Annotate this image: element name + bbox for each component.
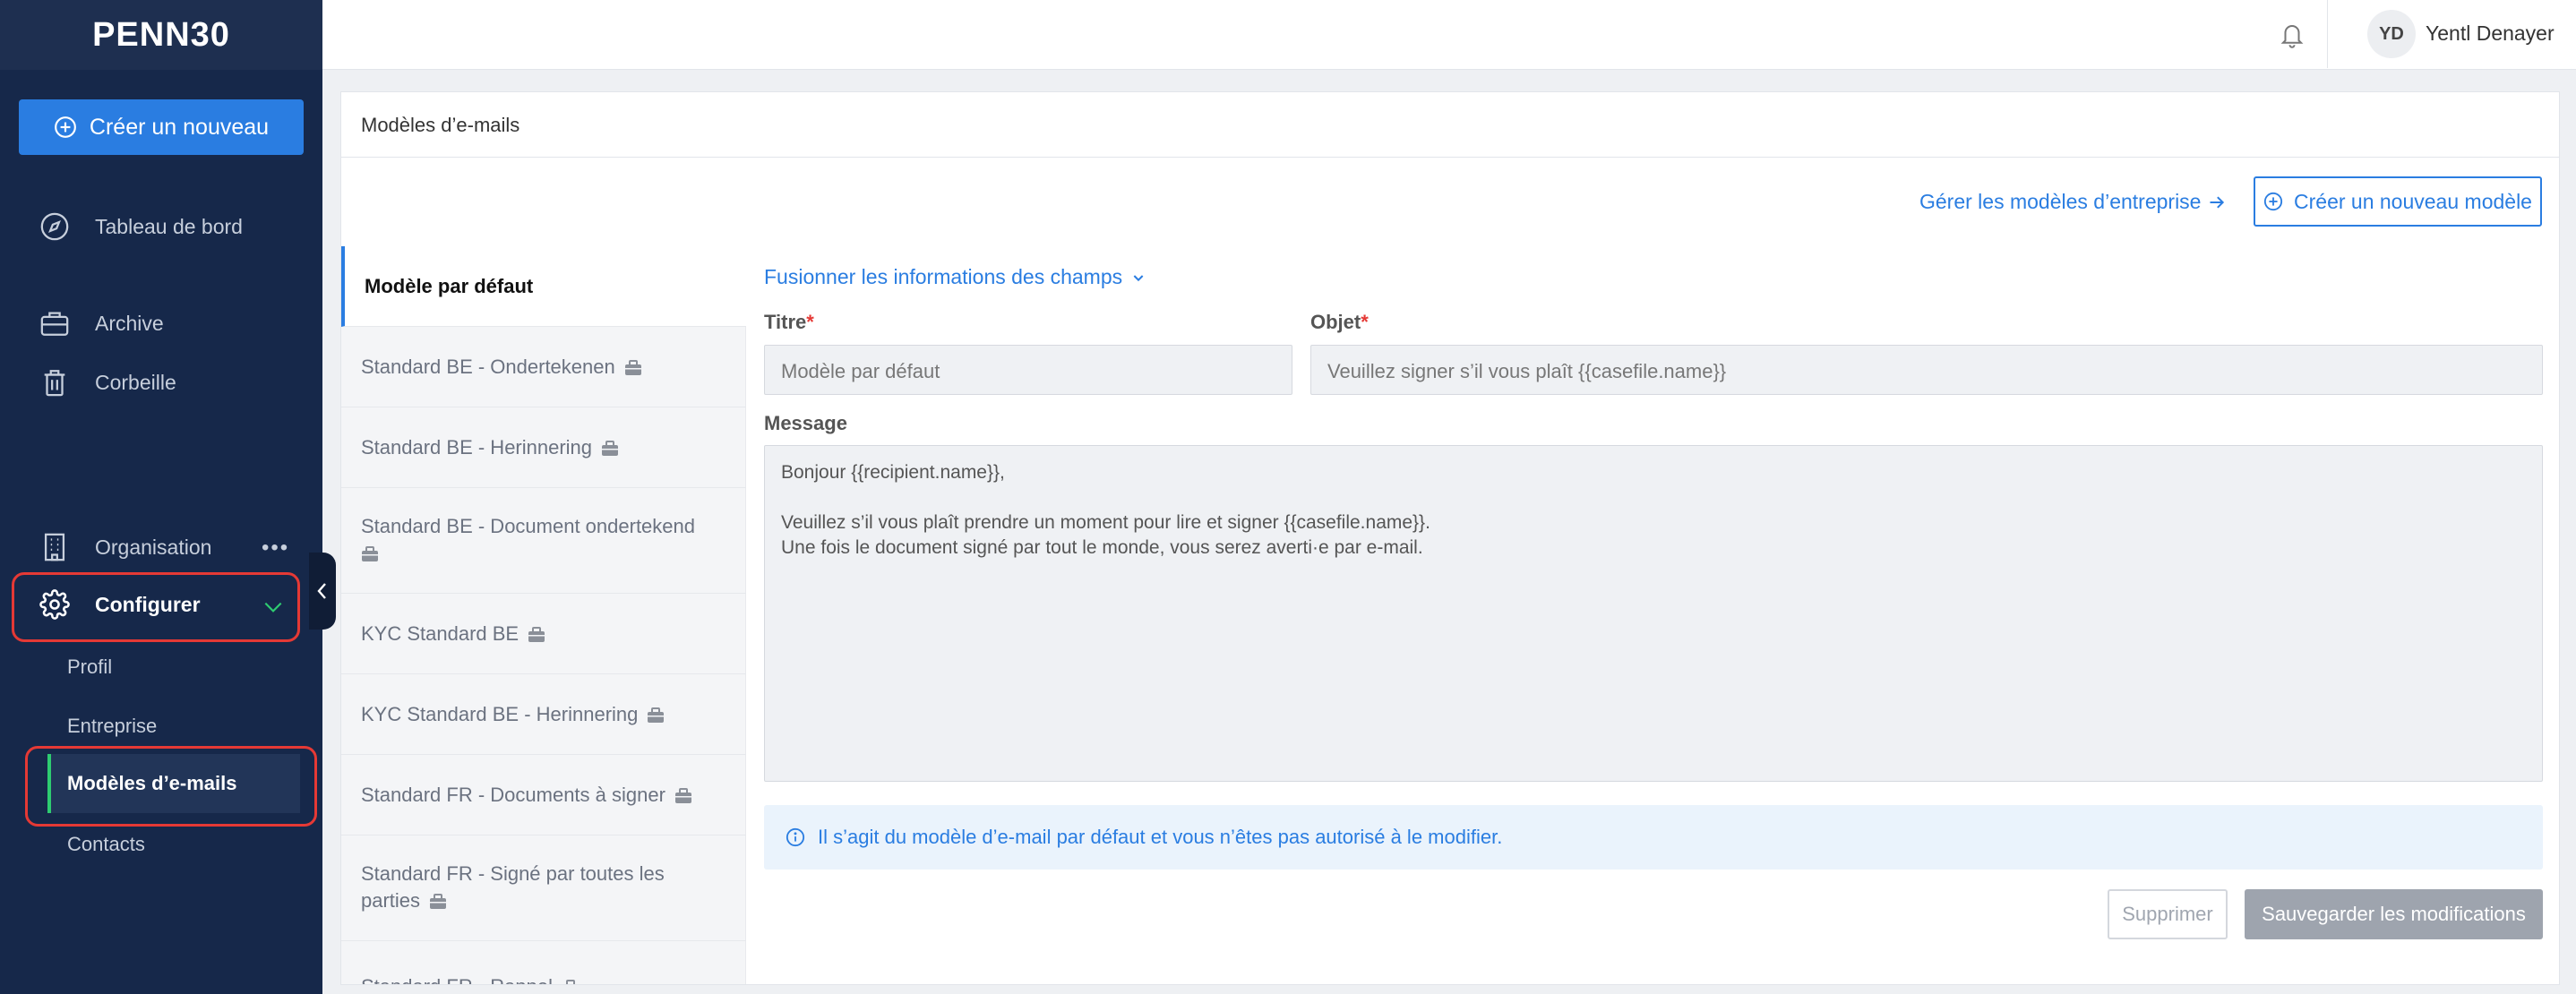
nav-archive[interactable]: Archive [39, 308, 164, 338]
briefcase-icon [674, 788, 691, 804]
required-mark: * [1361, 311, 1369, 333]
required-mark: * [806, 311, 814, 333]
sub-item-profile[interactable]: Profil [67, 656, 112, 679]
plus-circle-icon [55, 116, 76, 138]
sub-item-contacts[interactable]: Contacts [67, 833, 145, 856]
template-item[interactable]: KYC Standard BE - Herinnering [341, 674, 746, 755]
title-field[interactable]: Modèle par défaut [764, 345, 1292, 395]
template-item[interactable]: Standard BE - Herinnering [341, 407, 746, 488]
info-text: Il s’agit du modèle d’e-mail par défaut … [818, 826, 1503, 848]
briefcase-icon [430, 894, 447, 910]
subject-field[interactable]: Veuillez signer s’il vous plaît {{casefi… [1310, 345, 2543, 395]
logo-bar: PENN30 [0, 0, 322, 70]
plus-circle-icon [2263, 192, 2283, 211]
nav-trash-label: Corbeille [95, 370, 176, 394]
bell-icon[interactable] [2279, 20, 2306, 50]
template-item[interactable]: Standard FR - Rappel [341, 941, 746, 984]
organisation-more-button[interactable]: ••• [262, 536, 289, 561]
info-banner: Il s’agit du modèle d’e-mail par défaut … [764, 805, 2543, 870]
template-item-label: Standard FR - Signé par toutes les parti… [361, 862, 665, 912]
template-item-label: Standard FR - Documents à signer [361, 784, 665, 806]
app-logo[interactable]: PENN30 [92, 16, 230, 55]
merge-fields-label: Fusionner les informations des champs [764, 265, 1123, 288]
top-bar [322, 0, 2576, 70]
chevron-down-icon[interactable] [262, 596, 285, 619]
sub-item-email-templates[interactable]: Modèles d’e-mails [47, 754, 300, 813]
nav-configure-label: Configurer [95, 592, 201, 616]
top-divider [2327, 0, 2328, 68]
avatar[interactable]: YD [2367, 10, 2416, 58]
sidebar-collapse-button[interactable] [309, 553, 336, 630]
sub-item-company[interactable]: Entreprise [67, 715, 157, 738]
briefcase-icon [602, 441, 619, 457]
nav-organisation-label: Organisation [95, 535, 212, 559]
trash-icon [44, 370, 65, 397]
nav-configure[interactable]: Configurer [39, 589, 201, 620]
create-new-button[interactable]: Créer un nouveau [19, 99, 304, 155]
message-field[interactable]: Bonjour {{recipient.name}}, Veuillez s’i… [764, 445, 2543, 782]
template-item[interactable]: Standard BE - Document ondertekend [341, 488, 746, 594]
briefcase-icon [40, 312, 69, 336]
briefcase-icon [566, 980, 575, 984]
nav-archive-label: Archive [95, 311, 164, 335]
create-new-template-label: Créer un nouveau modèle [2294, 189, 2532, 213]
template-item[interactable]: Standard BE - Ondertekenen [341, 327, 746, 407]
nav-dashboard[interactable]: Tableau de bord [39, 211, 243, 242]
compass-icon [40, 212, 69, 241]
template-item-label: Modèle par défaut [365, 275, 534, 297]
briefcase-icon [362, 546, 378, 562]
nav-organisation[interactable]: Organisation [39, 532, 211, 562]
template-item[interactable]: KYC Standard BE [341, 594, 746, 674]
sidebar: PENN30 Créer un nouveau Tableau de bord … [0, 0, 322, 994]
manage-link-label: Gérer les modèles d’entreprise [1919, 190, 2202, 213]
sub-item-email-templates-label: Modèles d’e-mails [67, 772, 237, 794]
template-item[interactable]: Modèle par défaut [341, 246, 746, 327]
briefcase-icon [648, 707, 665, 724]
create-new-template-button[interactable]: Créer un nouveau modèle [2254, 176, 2542, 227]
template-item-label: KYC Standard BE [361, 622, 519, 645]
delete-button[interactable]: Supprimer [2108, 889, 2228, 939]
message-label: Message [764, 412, 847, 434]
template-item-label: Standard BE - Ondertekenen [361, 356, 615, 378]
template-item-label: Standard FR - Rappel [361, 975, 553, 984]
page-title: Modèles d’e-mails [361, 114, 520, 136]
subject-label: Objet* [1310, 311, 1369, 333]
chevron-left-icon [317, 583, 326, 599]
template-item[interactable]: Standard FR - Documents à signer [341, 755, 746, 835]
template-item-label: Standard BE - Document ondertekend [361, 515, 696, 537]
info-icon [786, 827, 805, 847]
template-item-label: Standard BE - Herinnering [361, 436, 593, 458]
user-name[interactable]: Yentl Denayer [2426, 21, 2555, 46]
briefcase-icon [624, 360, 641, 376]
save-button[interactable]: Sauvegarder les modifications [2245, 889, 2543, 939]
template-item[interactable]: Standard FR - Signé par toutes les parti… [341, 835, 746, 941]
gear-icon [39, 589, 70, 620]
nav-dashboard-label: Tableau de bord [95, 214, 243, 238]
merge-fields-dropdown[interactable]: Fusionner les informations des champs [764, 265, 1146, 289]
card-header: Modèles d’e-mails [341, 92, 2559, 158]
template-list: Modèle par défaut Standard BE - Ondertek… [341, 246, 746, 984]
email-templates-card: Modèles d’e-mails Gérer les modèles d’en… [340, 91, 2560, 985]
chevron-down-icon [1133, 274, 1144, 281]
arrow-right-icon [2210, 195, 2225, 209]
create-new-label: Créer un nouveau [89, 114, 270, 140]
manage-company-templates-link[interactable]: Gérer les modèles d’entreprise [1919, 190, 2226, 214]
nav-trash[interactable]: Corbeille [39, 367, 176, 398]
briefcase-icon [528, 627, 545, 643]
title-label: Titre* [764, 311, 814, 333]
template-item-label: KYC Standard BE - Herinnering [361, 703, 639, 725]
building-icon [44, 533, 65, 561]
